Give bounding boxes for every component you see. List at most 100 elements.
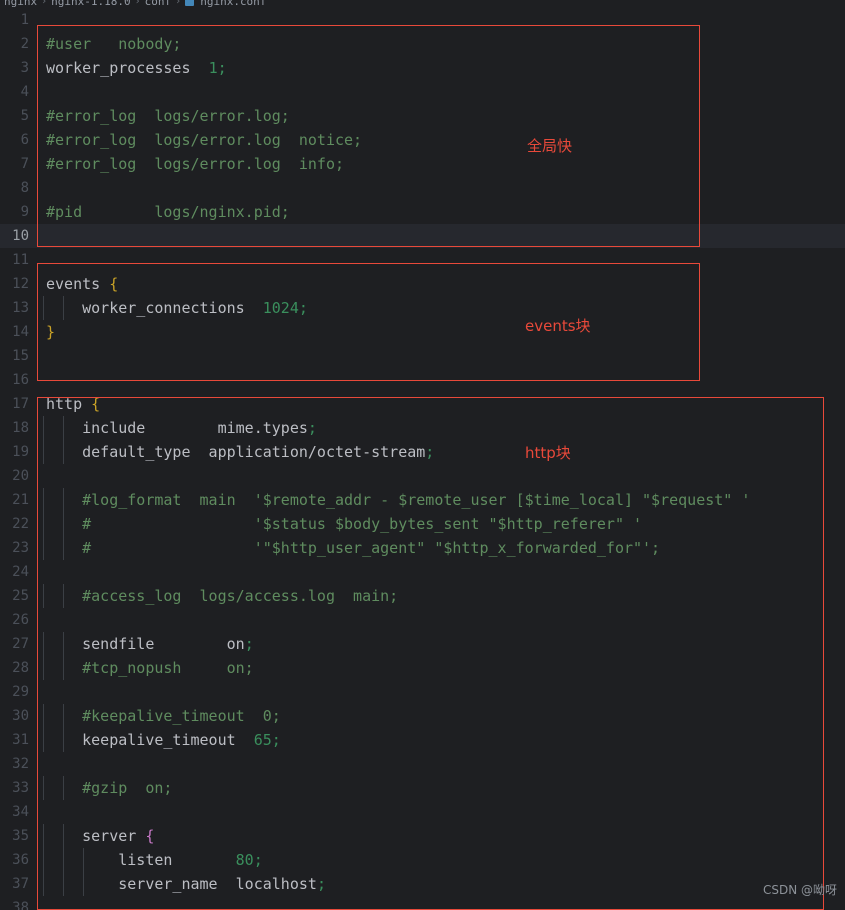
code-line[interactable]: 37 server_name localhost; <box>0 872 845 896</box>
code-line-content[interactable]: #error_log logs/error.log notice; <box>36 128 845 152</box>
code-line[interactable]: 30 #keepalive_timeout 0; <box>0 704 845 728</box>
code-line[interactable]: 9 #pid logs/nginx.pid; <box>0 200 845 224</box>
line-number: 34 <box>12 804 29 820</box>
code-line-content[interactable]: worker_connections 1024; <box>36 296 845 320</box>
line-number: 13 <box>12 300 29 316</box>
breadcrumb-item-1[interactable]: nginx-1.18.0 <box>51 0 130 8</box>
code-line[interactable]: 3 worker_processes 1; <box>0 56 845 80</box>
code-line-content[interactable]: # '$status $body_bytes_sent "$http_refer… <box>36 512 845 536</box>
code-line-content[interactable]: listen 80; <box>36 848 845 872</box>
code-line[interactable]: 26 <box>0 608 845 632</box>
indent-guide <box>63 416 64 440</box>
line-number: 1 <box>20 12 29 28</box>
code-token: { <box>145 827 155 845</box>
code-line[interactable]: 25 #access_log logs/access.log main; <box>0 584 845 608</box>
code-lines-container[interactable]: 1 2 #user nobody; 3 worker_processes 1; 4 5 #er… <box>0 8 845 910</box>
breadcrumb[interactable]: nginx › nginx-1.18.0 › conf › nginx.conf <box>4 0 266 8</box>
breadcrumb-item-2[interactable]: conf <box>145 0 172 8</box>
code-line[interactable]: 29 <box>0 680 845 704</box>
breadcrumb-separator-icon: › <box>175 0 182 7</box>
indent-guide <box>43 488 44 512</box>
line-number: 30 <box>12 708 29 724</box>
code-line[interactable]: 28 #tcp_nopush on; <box>0 656 845 680</box>
code-line[interactable]: 23 # '"$http_user_agent" "$http_x_forwar… <box>0 536 845 560</box>
code-line[interactable]: 22 # '$status $body_bytes_sent "$http_re… <box>0 512 845 536</box>
code-line-content[interactable]: #user nobody; <box>36 32 845 56</box>
indent-guide <box>43 632 44 656</box>
code-line[interactable]: 16 <box>0 368 845 392</box>
code-line[interactable]: 17 http { <box>0 392 845 416</box>
code-line[interactable]: 31 keepalive_timeout 65; <box>0 728 845 752</box>
code-line[interactable]: 6 #error_log logs/error.log notice; <box>0 128 845 152</box>
code-line[interactable]: 15 <box>0 344 845 368</box>
line-number: 37 <box>12 876 29 892</box>
code-token: 80 <box>235 851 254 869</box>
code-line-content[interactable]: } <box>36 320 845 344</box>
code-line[interactable]: 5 #error_log logs/error.log; <box>0 104 845 128</box>
code-line[interactable]: 24 <box>0 560 845 584</box>
code-token: 1024 <box>262 299 299 317</box>
breadcrumb-item-3[interactable]: nginx.conf <box>200 0 266 8</box>
code-line-content[interactable]: keepalive_timeout 65; <box>36 728 845 752</box>
breadcrumb-item-0[interactable]: nginx <box>4 0 37 8</box>
code-line-content[interactable]: #error_log logs/error.log info; <box>36 152 845 176</box>
code-token: include mime.types <box>46 419 308 437</box>
code-line-content[interactable]: include mime.types; <box>36 416 845 440</box>
code-line-content[interactable]: events { <box>36 272 845 296</box>
code-line-content[interactable]: sendfile on; <box>36 632 845 656</box>
code-line-content[interactable]: #tcp_nopush on; <box>36 656 845 680</box>
code-line[interactable]: 32 <box>0 752 845 776</box>
line-number: 3 <box>20 60 29 76</box>
code-line[interactable]: 8 <box>0 176 845 200</box>
line-number: 31 <box>12 732 29 748</box>
code-line-content[interactable]: default_type application/octet-stream; <box>36 440 845 464</box>
line-number: 35 <box>12 828 29 844</box>
code-token: ; <box>316 875 326 893</box>
line-number: 21 <box>12 492 29 508</box>
line-number: 28 <box>12 660 29 676</box>
code-line[interactable]: 2 #user nobody; <box>0 32 845 56</box>
code-line-content[interactable]: #log_format main '$remote_addr - $remote… <box>36 488 845 512</box>
code-line[interactable]: 20 <box>0 464 845 488</box>
indent-guide <box>63 824 64 848</box>
code-line-content[interactable]: #pid logs/nginx.pid; <box>36 200 845 224</box>
code-line[interactable]: 11 <box>0 248 845 272</box>
code-line[interactable]: 18 include mime.types; <box>0 416 845 440</box>
code-token: ; <box>271 731 281 749</box>
code-line-content[interactable]: server { <box>36 824 845 848</box>
code-line[interactable]: 35 server { <box>0 824 845 848</box>
code-line-content[interactable]: #gzip on; <box>36 776 845 800</box>
code-token: server_name localhost <box>46 875 317 893</box>
code-line-content[interactable]: # '"$http_user_agent" "$http_x_forwarded… <box>36 536 845 560</box>
indent-guide <box>43 872 44 896</box>
code-line-content[interactable]: http { <box>36 392 845 416</box>
code-token: worker_connections <box>46 299 263 317</box>
code-line-content[interactable]: server_name localhost; <box>36 872 845 896</box>
code-line[interactable]: 12 events { <box>0 272 845 296</box>
code-line[interactable]: 36 listen 80; <box>0 848 845 872</box>
code-line-content[interactable]: worker_processes 1; <box>36 56 845 80</box>
config-file-icon <box>185 0 195 6</box>
code-line[interactable]: 7 #error_log logs/error.log info; <box>0 152 845 176</box>
line-number: 38 <box>12 900 29 910</box>
code-editor[interactable]: 1 2 #user nobody; 3 worker_processes 1; 4 5 #er… <box>0 8 845 910</box>
code-line[interactable]: 19 default_type application/octet-stream… <box>0 440 845 464</box>
code-line[interactable]: 14} <box>0 320 845 344</box>
line-number: 27 <box>12 636 29 652</box>
code-line[interactable]: 1 <box>0 8 845 32</box>
code-line[interactable]: 4 <box>0 80 845 104</box>
code-line[interactable]: 13 worker_connections 1024; <box>0 296 845 320</box>
indent-guide <box>63 512 64 536</box>
code-token: #user nobody; <box>46 35 182 53</box>
code-line[interactable]: 27 sendfile on; <box>0 632 845 656</box>
code-line[interactable]: 10 <box>0 224 845 248</box>
indent-guide <box>43 416 44 440</box>
code-line[interactable]: 33 #gzip on; <box>0 776 845 800</box>
code-line-content[interactable]: #error_log logs/error.log; <box>36 104 845 128</box>
code-line-content[interactable]: #keepalive_timeout 0; <box>36 704 845 728</box>
code-line[interactable]: 34 <box>0 800 845 824</box>
code-line-content[interactable]: #access_log logs/access.log main; <box>36 584 845 608</box>
line-number: 5 <box>20 108 29 124</box>
line-number: 26 <box>12 612 29 628</box>
code-line[interactable]: 21 #log_format main '$remote_addr - $rem… <box>0 488 845 512</box>
